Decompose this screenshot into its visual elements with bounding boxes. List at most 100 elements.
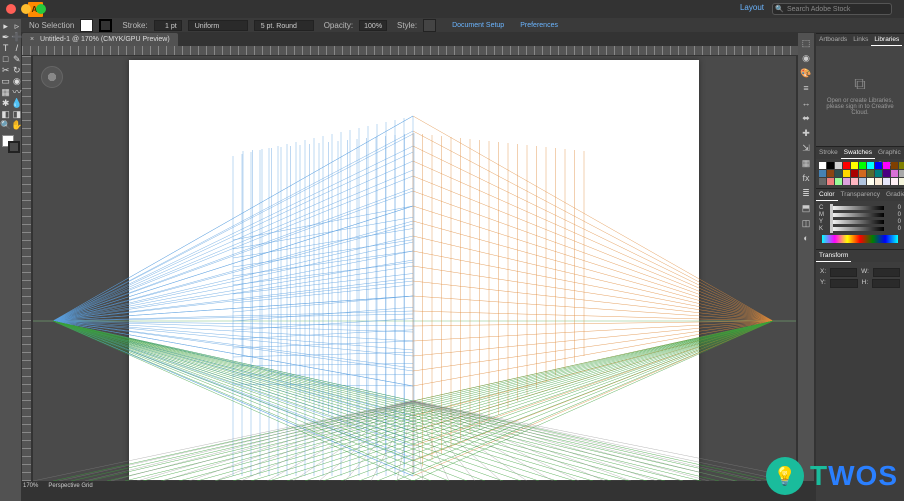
- style-dropdown[interactable]: [423, 19, 436, 32]
- tab-transparency[interactable]: Transparency: [838, 189, 884, 201]
- color-spectrum[interactable]: [822, 235, 898, 243]
- swatch-5[interactable]: [859, 162, 866, 169]
- panel-icon-2[interactable]: 🎨: [800, 67, 812, 79]
- panel-icon-12[interactable]: ◫: [800, 217, 812, 229]
- swatch-17[interactable]: [867, 170, 874, 177]
- h-input[interactable]: [872, 279, 900, 288]
- tool-10[interactable]: ▭: [0, 76, 11, 87]
- swatch-6[interactable]: [867, 162, 874, 169]
- panel-icon-0[interactable]: ⬚: [800, 37, 812, 49]
- swatch-9[interactable]: [891, 162, 898, 169]
- panel-icon-13[interactable]: ◐: [800, 232, 812, 244]
- swatch-21[interactable]: [899, 170, 904, 177]
- swatch-2[interactable]: [835, 162, 842, 169]
- panel-icon-8[interactable]: ▦: [800, 157, 812, 169]
- tool-16[interactable]: ◧: [0, 109, 11, 120]
- tab-stroke[interactable]: Stroke: [816, 147, 841, 159]
- layout-link[interactable]: Layout: [740, 3, 764, 12]
- swatch-29[interactable]: [875, 178, 882, 185]
- panel-icon-6[interactable]: ✚: [800, 127, 812, 139]
- panel-icon-9[interactable]: fx: [800, 172, 812, 184]
- swatch-7[interactable]: [875, 162, 882, 169]
- panel-icon-1[interactable]: ◉: [800, 52, 812, 64]
- stroke-swatch[interactable]: [99, 19, 112, 32]
- panel-icon-4[interactable]: ↔: [800, 97, 812, 109]
- tab-swatches[interactable]: Swatches: [841, 147, 875, 159]
- y-slider[interactable]: [830, 220, 884, 224]
- tool-9[interactable]: ↻: [11, 65, 22, 76]
- tool-5[interactable]: /: [11, 43, 22, 54]
- tab-links[interactable]: Links: [850, 34, 871, 46]
- tool-15[interactable]: 💧: [11, 98, 22, 109]
- swatch-15[interactable]: [851, 170, 858, 177]
- tool-12[interactable]: ▦: [0, 87, 11, 98]
- c-slider[interactable]: [830, 206, 884, 210]
- tool-4[interactable]: T: [0, 43, 11, 54]
- swatch-26[interactable]: [851, 178, 858, 185]
- stroke-color-icon[interactable]: [8, 141, 20, 153]
- swatch-24[interactable]: [835, 178, 842, 185]
- tool-11[interactable]: ◉: [11, 76, 22, 87]
- maximize-window-icon[interactable]: [36, 4, 46, 14]
- close-tab-icon[interactable]: ×: [30, 36, 34, 43]
- c-value[interactable]: 0: [887, 205, 901, 211]
- m-slider[interactable]: [830, 213, 884, 217]
- y-input[interactable]: [830, 279, 858, 288]
- panel-icon-5[interactable]: ⬌: [800, 112, 812, 124]
- stroke-weight-input[interactable]: 1 pt: [154, 20, 182, 31]
- panel-icon-3[interactable]: ≡: [800, 82, 812, 94]
- swatch-4[interactable]: [851, 162, 858, 169]
- swatch-19[interactable]: [883, 170, 890, 177]
- document-setup-link[interactable]: Document Setup: [452, 22, 504, 29]
- swatch-12[interactable]: [827, 170, 834, 177]
- document-tab[interactable]: × Untitled-1 @ 170% (CMYK/GPU Preview): [22, 33, 178, 46]
- tool-7[interactable]: ✎: [11, 54, 22, 65]
- swatch-1[interactable]: [827, 162, 834, 169]
- swatch-14[interactable]: [843, 170, 850, 177]
- fill-stroke-control[interactable]: [0, 135, 22, 163]
- stroke-profile-dropdown[interactable]: Uniform: [188, 20, 248, 31]
- tab-libraries[interactable]: Libraries: [871, 34, 902, 46]
- swatch-20[interactable]: [891, 170, 898, 177]
- swatch-23[interactable]: [827, 178, 834, 185]
- swatch-25[interactable]: [843, 178, 850, 185]
- perspective-plane-widget[interactable]: [41, 66, 63, 88]
- tab-gradient[interactable]: Gradient: [883, 189, 904, 201]
- tool-3[interactable]: ➕: [11, 32, 22, 43]
- tool-17[interactable]: ◨: [11, 109, 22, 120]
- zoom-level[interactable]: 170%: [23, 483, 38, 489]
- swatch-30[interactable]: [883, 178, 890, 185]
- swatch-3[interactable]: [843, 162, 850, 169]
- tab-graphic-styles[interactable]: Graphic Styles: [875, 147, 904, 159]
- tool-8[interactable]: ✂: [0, 65, 11, 76]
- y-value[interactable]: 0: [887, 219, 901, 225]
- close-window-icon[interactable]: [6, 4, 16, 14]
- w-input[interactable]: [873, 268, 900, 277]
- panel-icon-7[interactable]: ⇲: [800, 142, 812, 154]
- k-value[interactable]: 0: [887, 226, 901, 232]
- fill-swatch[interactable]: [80, 19, 93, 32]
- swatch-0[interactable]: [819, 162, 826, 169]
- swatch-31[interactable]: [891, 178, 898, 185]
- opacity-input[interactable]: 100%: [359, 20, 387, 31]
- brush-dropdown[interactable]: 5 pt. Round: [254, 20, 314, 31]
- preferences-link[interactable]: Preferences: [520, 22, 558, 29]
- tool-6[interactable]: □: [0, 54, 11, 65]
- swatch-22[interactable]: [819, 178, 826, 185]
- panel-icon-10[interactable]: ≣: [800, 187, 812, 199]
- tool-0[interactable]: ▸: [0, 21, 11, 32]
- swatch-11[interactable]: [819, 170, 826, 177]
- k-slider[interactable]: [830, 227, 884, 231]
- swatch-8[interactable]: [883, 162, 890, 169]
- m-value[interactable]: 0: [887, 212, 901, 218]
- swatch-32[interactable]: [899, 178, 904, 185]
- swatch-18[interactable]: [875, 170, 882, 177]
- search-input[interactable]: Search Adobe Stock: [772, 3, 892, 15]
- x-input[interactable]: [830, 268, 857, 277]
- tool-18[interactable]: 🔍: [0, 120, 11, 131]
- swatch-16[interactable]: [859, 170, 866, 177]
- tool-1[interactable]: ▹: [11, 21, 22, 32]
- swatch-27[interactable]: [859, 178, 866, 185]
- tool-14[interactable]: ✱: [0, 98, 11, 109]
- tool-13[interactable]: 〰: [11, 87, 22, 98]
